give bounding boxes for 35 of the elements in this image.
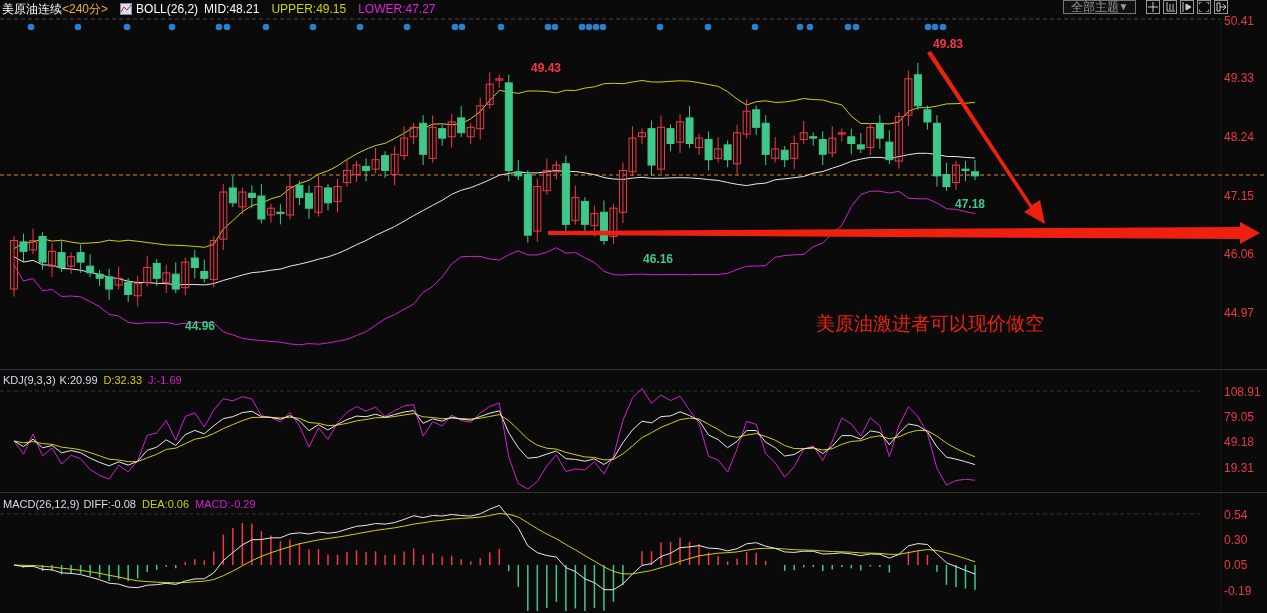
kdj-title: KDJ(9,3,3) (3, 373, 56, 388)
price-axis-label: 44.97 (1224, 305, 1255, 322)
macd-axis-label: 0.54 (1224, 507, 1248, 524)
price-axis-label: 50.41 (1224, 13, 1255, 30)
mid-value: MID:48.21 (204, 1, 260, 18)
macd-axis-label: 0.30 (1224, 532, 1248, 549)
macd-axis-label: -0.19 (1224, 583, 1252, 600)
macd-axis-label: 0.05 (1224, 557, 1248, 574)
price-axis-label: 46.06 (1224, 246, 1255, 263)
kdj-axis-label: 49.18 (1224, 434, 1255, 451)
price-axis-label: 47.15 (1224, 188, 1255, 205)
price-mark-label: 44.96 (185, 318, 216, 335)
d-value: D:32.33 (103, 373, 143, 388)
price-axis-label: 48.24 (1224, 129, 1255, 146)
symbol-label: 美原油连续 (2, 1, 62, 18)
kdj-axis-label: 108.91 (1224, 384, 1261, 401)
kdj-axis-label: 19.31 (1224, 460, 1255, 477)
price-mark-label: 49.83 (933, 36, 964, 53)
price-mark-label: 49.43 (531, 60, 562, 77)
price-axis-label: 49.33 (1224, 70, 1255, 87)
macd-title: MACD(26,12,9) (3, 497, 80, 512)
theme-dropdown[interactable]: 全部主题▼ (1063, 0, 1136, 14)
kdj-axis-label: 79.05 (1224, 409, 1255, 426)
upper-value: UPPER:49.15 (271, 1, 347, 18)
macd-value: MACD:-0.29 (195, 497, 256, 512)
k-value: K:20.99 (59, 373, 98, 388)
dea-value: DEA:0.06 (142, 497, 190, 512)
indicator-label: BOLL(26,2) (136, 1, 199, 18)
j-value: J:-1.69 (148, 373, 182, 388)
period-label: <240分> (62, 1, 109, 18)
diff-value: DIFF:-0.08 (83, 497, 136, 512)
annotation-text: 美原油激进者可以现价做空 (816, 312, 1044, 336)
price-mark-label: 47.18 (955, 196, 986, 213)
lower-value: LOWER:47.27 (358, 1, 436, 18)
price-mark-label: 46.16 (643, 251, 674, 268)
